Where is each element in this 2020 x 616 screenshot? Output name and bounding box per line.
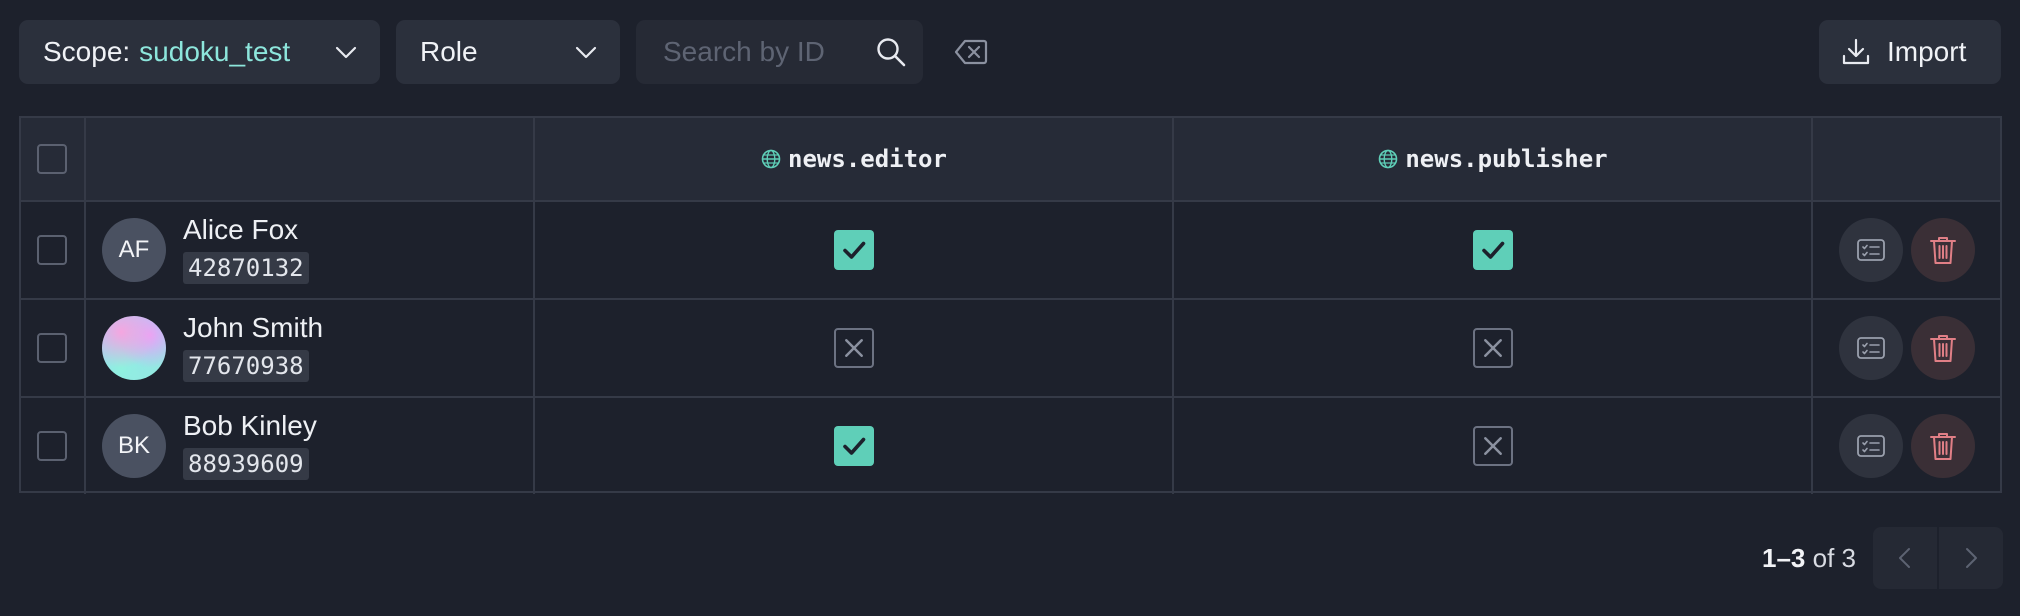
avatar xyxy=(102,316,166,380)
x-icon xyxy=(1483,437,1502,455)
user-cell: John Smith 77670938 xyxy=(86,300,535,396)
role-header-editor: news.editor xyxy=(535,118,1172,200)
avatar: AF xyxy=(102,218,166,282)
permission-checkbox[interactable] xyxy=(833,328,874,368)
permission-cell xyxy=(535,202,1174,298)
row-select-cell xyxy=(21,202,86,298)
row-checkbox[interactable] xyxy=(37,333,67,363)
previous-page-button[interactable] xyxy=(1873,527,1937,589)
user-name: Alice Fox xyxy=(183,214,299,245)
scope-dropdown[interactable]: Scope: sudoku_test xyxy=(19,20,380,84)
user-id: 77670938 xyxy=(183,350,309,382)
role-dropdown[interactable]: Role xyxy=(396,20,620,84)
permission-checkbox[interactable] xyxy=(833,426,874,466)
table-header: news.editor news.publisher xyxy=(21,118,2000,200)
header-role-cell: news.editor xyxy=(535,118,1174,200)
select-all-checkbox[interactable] xyxy=(37,144,67,174)
chevron-right-icon xyxy=(1966,548,1977,568)
import-label: Import xyxy=(1887,36,1967,67)
chevron-down-icon xyxy=(575,46,597,59)
delete-button[interactable] xyxy=(1911,414,1975,478)
toolbar: Scope: sudoku_test Role Import xyxy=(19,20,2001,84)
details-icon xyxy=(1857,337,1885,359)
user-id: 42870132 xyxy=(183,252,309,284)
header-actions-cell xyxy=(1813,118,2004,200)
permission-cell xyxy=(1174,398,1813,494)
permission-cell xyxy=(1174,202,1813,298)
x-icon xyxy=(1483,339,1502,357)
delete-button[interactable] xyxy=(1911,218,1975,282)
actions-cell xyxy=(1813,300,2004,396)
check-icon xyxy=(842,437,865,455)
permission-cell xyxy=(535,398,1174,494)
row-select-cell xyxy=(21,398,86,494)
details-button[interactable] xyxy=(1839,316,1903,380)
search-box xyxy=(636,20,923,84)
scope-value: sudoku_test xyxy=(139,36,291,67)
details-button[interactable] xyxy=(1839,414,1903,478)
pagination-total: 3 xyxy=(1841,543,1857,573)
permission-checkbox[interactable] xyxy=(1472,230,1513,270)
search-input[interactable] xyxy=(636,20,866,84)
user-roles-table: news.editor news.publisher AF Alice Fox … xyxy=(19,116,2002,494)
permission-cell xyxy=(535,300,1174,396)
trash-icon xyxy=(1930,433,1956,460)
chevron-left-icon xyxy=(1899,548,1910,568)
avatar: BK xyxy=(102,414,166,478)
import-button[interactable]: Import xyxy=(1819,20,2001,84)
pagination-range: 1–3 xyxy=(1762,543,1806,573)
role-name: news.editor xyxy=(788,145,947,173)
role-name: news.publisher xyxy=(1405,145,1608,173)
permission-cell xyxy=(1174,300,1813,396)
details-icon xyxy=(1857,239,1885,261)
next-page-button[interactable] xyxy=(1939,527,2003,589)
user-cell: BK Bob Kinley 88939609 xyxy=(86,398,535,494)
globe-icon xyxy=(761,149,781,169)
user-name: John Smith xyxy=(183,312,324,343)
actions-cell xyxy=(1813,202,2004,298)
trash-icon xyxy=(1930,335,1956,362)
details-icon xyxy=(1857,435,1885,457)
permission-checkbox[interactable] xyxy=(1472,328,1513,368)
actions-cell xyxy=(1813,398,2004,494)
row-checkbox[interactable] xyxy=(37,235,67,265)
user-id: 88939609 xyxy=(183,448,309,480)
table-row: AF Alice Fox 42870132 xyxy=(21,200,2000,298)
check-icon xyxy=(1481,241,1504,259)
user-name: Bob Kinley xyxy=(183,410,317,441)
role-label: Role xyxy=(420,36,478,67)
row-checkbox[interactable] xyxy=(37,431,67,461)
scope-label: Scope: xyxy=(43,36,131,67)
user-cell: AF Alice Fox 42870132 xyxy=(86,202,535,298)
table-row: John Smith 77670938 xyxy=(21,298,2000,396)
permission-checkbox[interactable] xyxy=(1472,426,1513,466)
globe-icon xyxy=(1379,149,1398,169)
x-icon xyxy=(844,339,863,357)
trash-icon xyxy=(1930,237,1956,264)
delete-button[interactable] xyxy=(1911,316,1975,380)
row-select-cell xyxy=(21,300,86,396)
table-row: BK Bob Kinley 88939609 xyxy=(21,396,2000,494)
download-icon xyxy=(1842,38,1870,65)
details-button[interactable] xyxy=(1839,218,1903,282)
header-user-cell xyxy=(86,118,535,200)
pagination-summary: 1–3 of 3 xyxy=(1762,543,1856,574)
header-role-cell: news.publisher xyxy=(1174,118,1813,200)
chevron-down-icon xyxy=(335,46,357,59)
header-select-cell xyxy=(21,118,86,200)
role-header-publisher: news.publisher xyxy=(1174,118,1811,200)
check-icon xyxy=(842,241,865,259)
search-icon[interactable] xyxy=(875,36,907,68)
permission-checkbox[interactable] xyxy=(833,230,874,270)
pagination-of: of xyxy=(1812,543,1835,573)
clear-icon[interactable] xyxy=(953,34,989,70)
